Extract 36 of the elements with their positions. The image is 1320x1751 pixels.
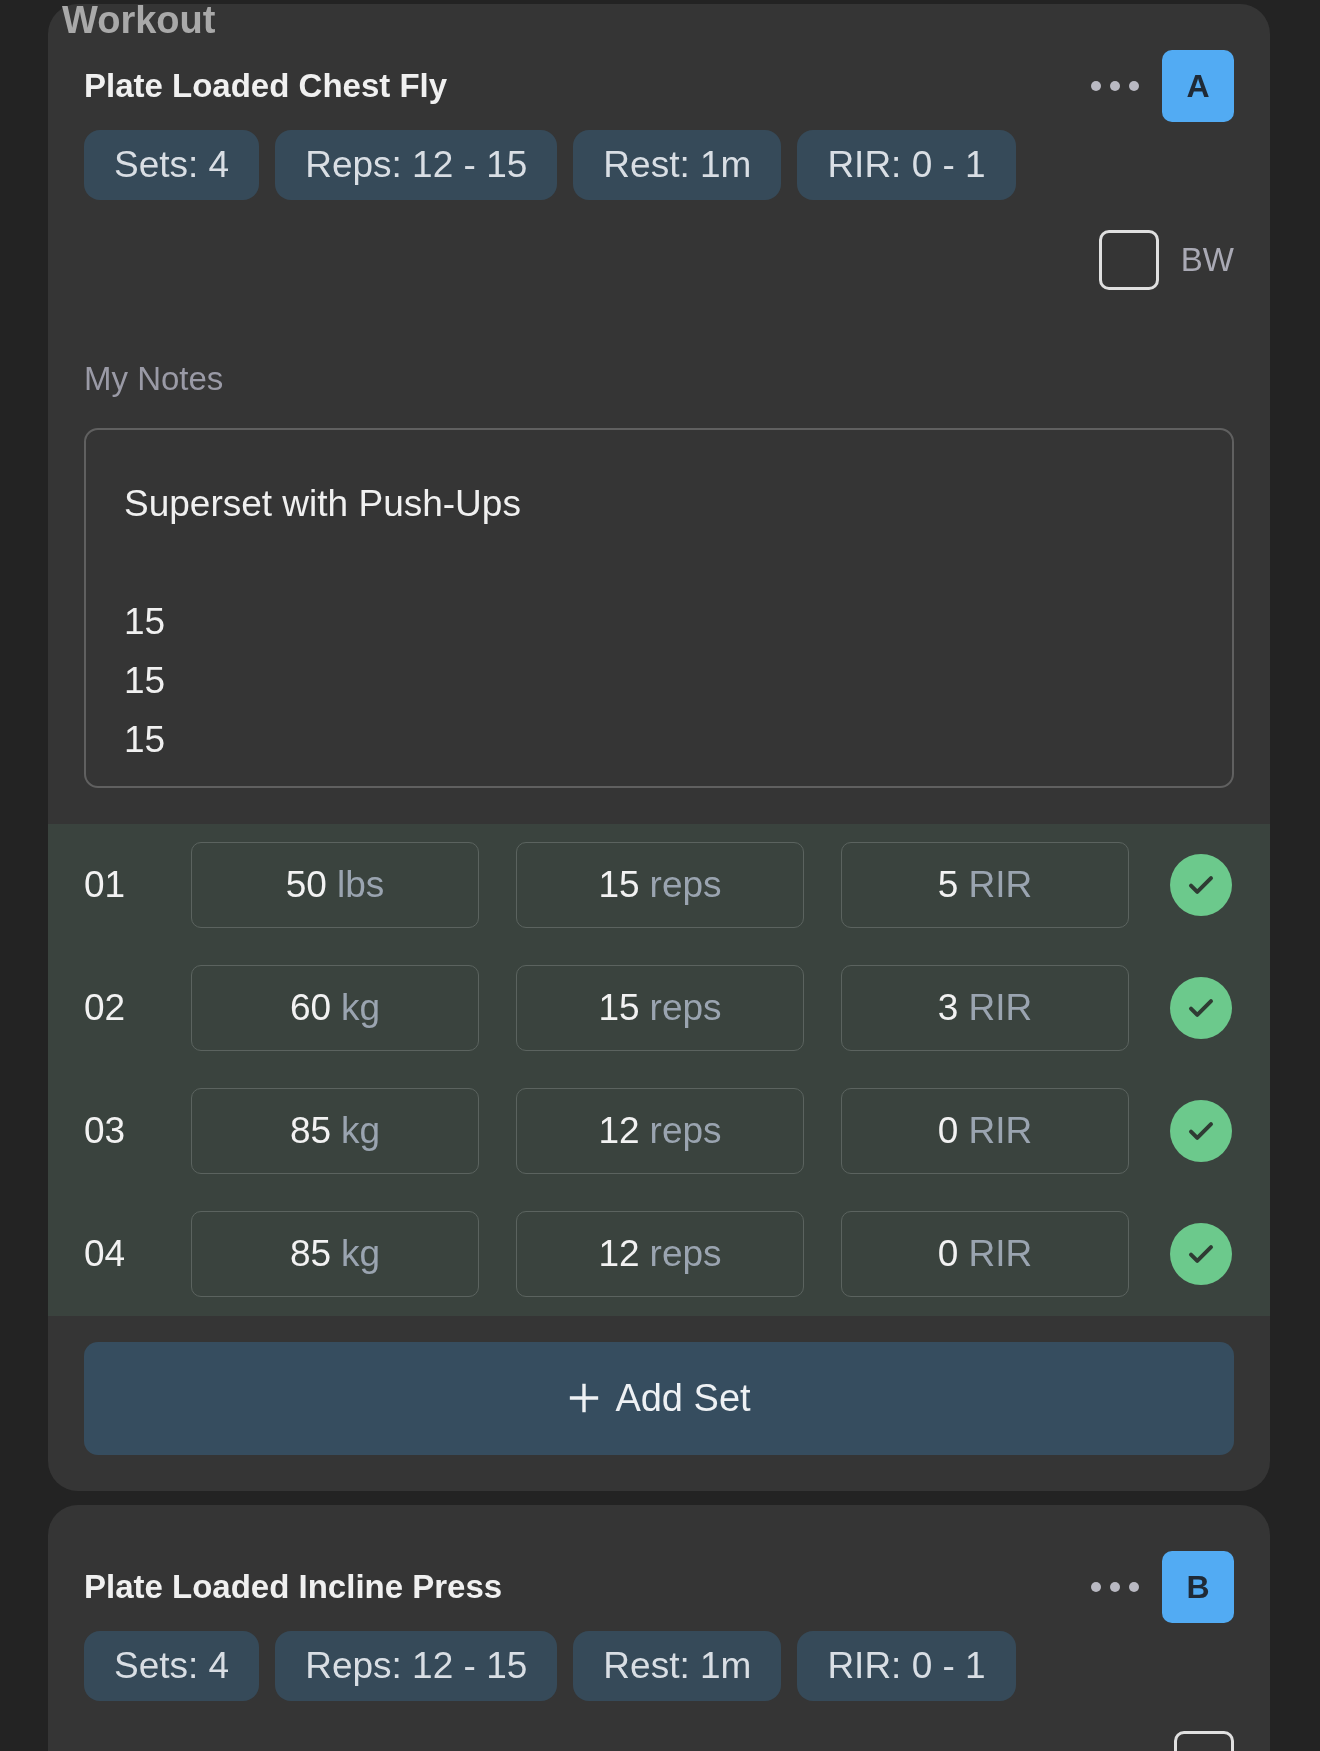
target-chip: RIR: 0 - 1	[797, 1630, 1016, 1701]
notes-label: My Notes	[83, 359, 225, 399]
target-chip: RIR: 0 - 1	[797, 130, 1016, 200]
reps-field[interactable]: 15 reps	[516, 965, 804, 1051]
target-chip: Reps: 12 - 15	[275, 1630, 558, 1701]
exercise-title: Plate Loaded Chest Fly	[84, 66, 448, 107]
rir-field[interactable]: 0 RIR	[841, 1211, 1129, 1297]
superset-badge[interactable]: A	[1162, 50, 1234, 122]
set-number: 03	[84, 1109, 127, 1154]
rir-field[interactable]: 0 RIR	[841, 1088, 1129, 1174]
rir-field[interactable]: 3 RIR	[841, 965, 1129, 1051]
weight-field[interactable]: 85 kg	[191, 1211, 479, 1297]
superset-badge[interactable]: B	[1162, 1550, 1234, 1623]
target-chip: Rest: 1m	[573, 1630, 782, 1701]
target-chip: Sets: 4	[84, 1630, 260, 1701]
exercise-title: Plate Loaded Incline Press	[84, 1566, 503, 1607]
rir-field[interactable]: 5 RIR	[841, 842, 1129, 928]
target-chip: Reps: 12 - 15	[275, 130, 558, 200]
bodyweight-label: BW	[1180, 240, 1234, 281]
target-chip: Sets: 4	[84, 130, 260, 200]
reps-field[interactable]: 12 reps	[516, 1211, 804, 1297]
weight-field[interactable]: 60 kg	[191, 965, 479, 1051]
weight-field[interactable]: 85 kg	[191, 1088, 479, 1174]
add-set-button[interactable]: Add Set	[84, 1341, 1234, 1455]
weight-field[interactable]: 50 lbs	[191, 842, 479, 928]
bodyweight-checkbox[interactable]	[1098, 230, 1159, 290]
notes-field[interactable]: Superset with Push-Ups 15 15 15	[84, 427, 1234, 788]
target-chip: Rest: 1m	[573, 130, 782, 200]
set-number: 02	[84, 986, 127, 1031]
reps-field[interactable]: 15 reps	[516, 842, 804, 928]
more-icon[interactable]	[1090, 80, 1140, 92]
set-number: 04	[84, 1232, 127, 1277]
set-number: 01	[84, 863, 127, 908]
more-icon[interactable]	[1090, 1580, 1140, 1593]
reps-field[interactable]: 12 reps	[516, 1088, 804, 1174]
page-title: Workout	[61, 0, 217, 40]
